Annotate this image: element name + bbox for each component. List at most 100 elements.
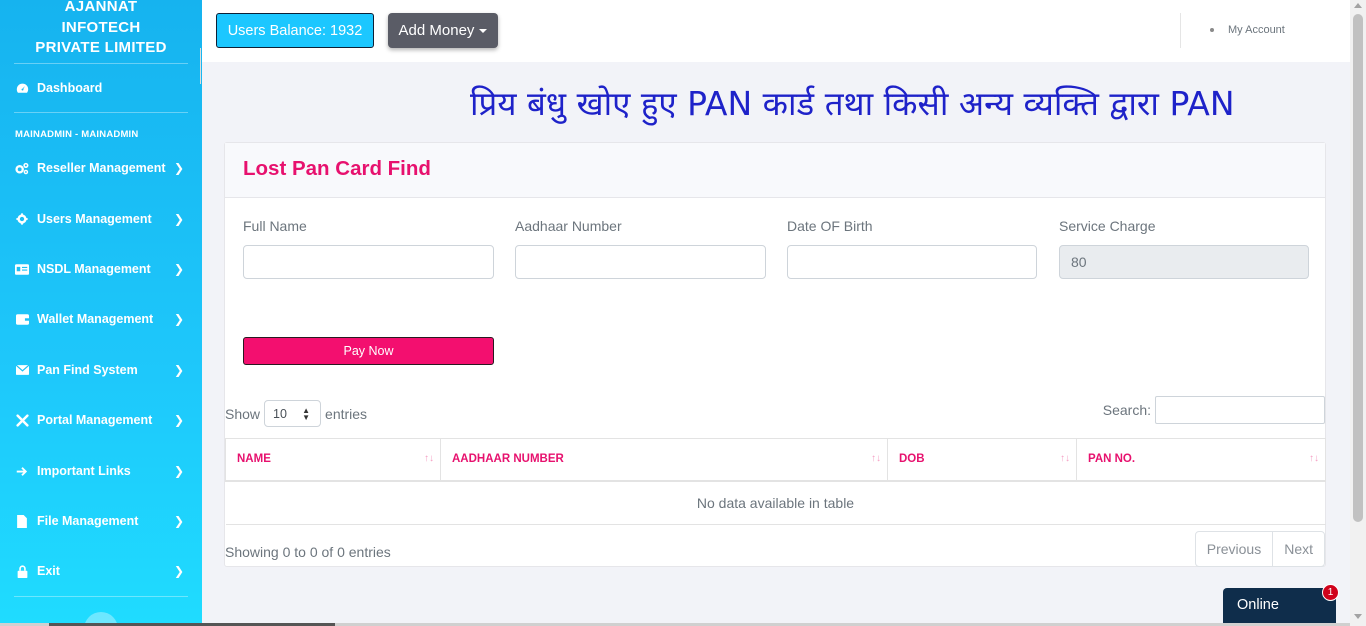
notification-badge: 1: [1322, 584, 1339, 601]
id-card-icon: [15, 262, 29, 276]
entries-select[interactable]: 10 ▲ ▼: [264, 400, 322, 427]
my-account-link[interactable]: My Account: [1210, 24, 1285, 36]
sidebar-item-portal-management[interactable]: Portal Management ❯: [0, 405, 202, 435]
sidebar-item-label: Pan Find System: [37, 363, 138, 377]
sidebar-item-label: Dashboard: [37, 81, 103, 95]
sidebar-item-label: Users Management: [37, 212, 152, 226]
file-icon: [15, 514, 29, 528]
lost-pan-card-find-panel: Lost Pan Card Find Full Name Aadhaar Num…: [224, 142, 1326, 567]
divider: [200, 48, 201, 84]
entries-length-control: Show 10 ▲ ▼ entries: [225, 400, 367, 427]
sidebar-item-label: Wallet Management: [37, 312, 154, 326]
sort-icon: ↑↓: [1309, 453, 1319, 464]
sidebar-item-dashboard[interactable]: Dashboard: [0, 73, 202, 103]
cogs-icon: [15, 161, 29, 175]
vertical-scrollbar[interactable]: [1350, 0, 1366, 626]
tools-icon: [15, 413, 29, 427]
sidebar-item-users-management[interactable]: Users Management ❯: [0, 204, 202, 234]
page-title: Lost Pan Card Find: [243, 157, 431, 180]
next-button[interactable]: Next: [1272, 532, 1324, 566]
scroll-up-arrow-icon[interactable]: [1354, 3, 1362, 8]
date-of-birth-input[interactable]: [787, 245, 1037, 279]
brand-line-2: INFOTECH: [61, 18, 141, 36]
add-money-label: Add Money: [398, 22, 475, 39]
envelope-icon: [15, 363, 29, 377]
pay-now-button[interactable]: Pay Now: [243, 337, 494, 365]
users-balance-button[interactable]: Users Balance: 1932: [216, 13, 374, 48]
chevron-right-icon: ❯: [173, 413, 184, 427]
column-header-aadhaar-number[interactable]: AADHAAR NUMBER ↑↓: [440, 438, 888, 482]
date-of-birth-label: Date OF Birth: [787, 218, 873, 234]
full-name-label: Full Name: [243, 218, 307, 234]
sidebar-item-label: Reseller Management: [37, 161, 166, 175]
data-table: NAME ↑↓ AADHAAR NUMBER ↑↓ DOB ↑↓ PAN NO. ↑↓ …: [225, 438, 1326, 525]
full-name-input[interactable]: [243, 245, 494, 279]
lock-icon: [15, 564, 29, 578]
sidebar-item-important-links[interactable]: Important Links ❯: [0, 456, 202, 486]
sidebar-item-label: File Management: [37, 514, 139, 528]
sidebar-item-label: Important Links: [37, 464, 131, 478]
column-label: DOB: [899, 453, 925, 466]
brand-line-3: PRIVATE LIMITED: [35, 39, 167, 56]
scrollbar-thumb[interactable]: [1353, 14, 1363, 522]
add-money-dropdown[interactable]: Add Money: [388, 13, 498, 48]
table-info: Showing 0 to 0 of 0 entries: [225, 544, 391, 560]
wallet-icon: [15, 312, 29, 326]
column-header-dob[interactable]: DOB ↑↓: [887, 438, 1077, 482]
service-charge-input: 80: [1059, 245, 1309, 279]
service-charge-label: Service Charge: [1059, 218, 1156, 234]
sidebar-item-wallet-management[interactable]: Wallet Management ❯: [0, 304, 202, 334]
chevron-right-icon: ❯: [173, 312, 184, 326]
sidebar-item-nsdl-management[interactable]: NSDL Management ❯: [0, 254, 202, 284]
chevron-right-icon: ❯: [173, 161, 184, 175]
empty-table-message: No data available in table: [225, 480, 1326, 525]
chevron-right-icon: ❯: [173, 212, 184, 226]
sidebar-item-file-management[interactable]: File Management ❯: [0, 506, 202, 536]
online-chat-widget[interactable]: Online: [1223, 588, 1336, 626]
sidebar-item-label: NSDL Management: [37, 262, 151, 276]
bullet-icon: [1210, 28, 1214, 32]
search-label: Search:: [1102, 402, 1151, 418]
sidebar-item-pan-find-system[interactable]: Pan Find System ❯: [0, 355, 202, 385]
chevron-right-icon: ❯: [173, 514, 184, 528]
chevron-right-icon: ❯: [173, 363, 184, 377]
column-label: AADHAAR NUMBER: [452, 453, 564, 466]
notice-marquee: प्रिय बंधु खोए हुए PAN कार्ड तथा किसी अन…: [470, 84, 1235, 123]
sort-icon: ↑↓: [871, 453, 881, 464]
dashboard-icon: [15, 81, 29, 95]
column-label: NAME: [237, 453, 271, 466]
search-input[interactable]: [1155, 396, 1325, 424]
entries-select-value: 10: [273, 406, 287, 421]
chevron-right-icon: ❯: [173, 262, 184, 276]
column-header-name[interactable]: NAME ↑↓: [225, 438, 441, 482]
sidebar-section-title: MAINADMIN - MAINADMIN: [15, 129, 139, 140]
divider: [14, 112, 188, 113]
aadhaar-number-input[interactable]: [515, 245, 766, 279]
previous-button[interactable]: Previous: [1196, 532, 1272, 566]
chevron-right-icon: ❯: [173, 464, 184, 478]
column-header-pan-no[interactable]: PAN NO. ↑↓: [1076, 438, 1326, 482]
caret-down-icon: [479, 28, 488, 33]
chevron-right-icon: ❯: [173, 564, 184, 578]
arrow-right-icon: [15, 464, 29, 478]
sort-icon: ↑↓: [1060, 453, 1070, 464]
sidebar-item-reseller-management[interactable]: Reseller Management ❯: [0, 153, 202, 183]
divider: [14, 596, 188, 597]
sidebar-item-exit[interactable]: Exit ❯: [0, 556, 202, 586]
sidebar-item-label: Portal Management: [37, 413, 153, 427]
table-search: Search:: [1103, 396, 1325, 424]
sort-icon: ↑↓: [424, 453, 434, 464]
table-row: No data available in table: [225, 480, 1326, 525]
brand-line-1: AJANNAT: [64, 0, 138, 15]
entries-label: entries: [325, 405, 368, 422]
brand-logo-text: AJANNAT INFOTECH PRIVATE LIMITED: [0, 0, 202, 59]
sort-updown-icon: ▲ ▼: [302, 406, 311, 422]
show-label: Show: [225, 405, 261, 422]
my-account-label: My Account: [1228, 24, 1285, 36]
scroll-down-arrow-icon[interactable]: [1354, 614, 1362, 619]
divider: [14, 63, 188, 64]
column-label: PAN NO.: [1088, 453, 1136, 466]
top-navbar: Users Balance: 1932 Add Money My Account: [202, 0, 1350, 62]
pagination: Previous Next: [1194, 531, 1325, 567]
sidebar-item-label: Exit: [37, 564, 60, 578]
